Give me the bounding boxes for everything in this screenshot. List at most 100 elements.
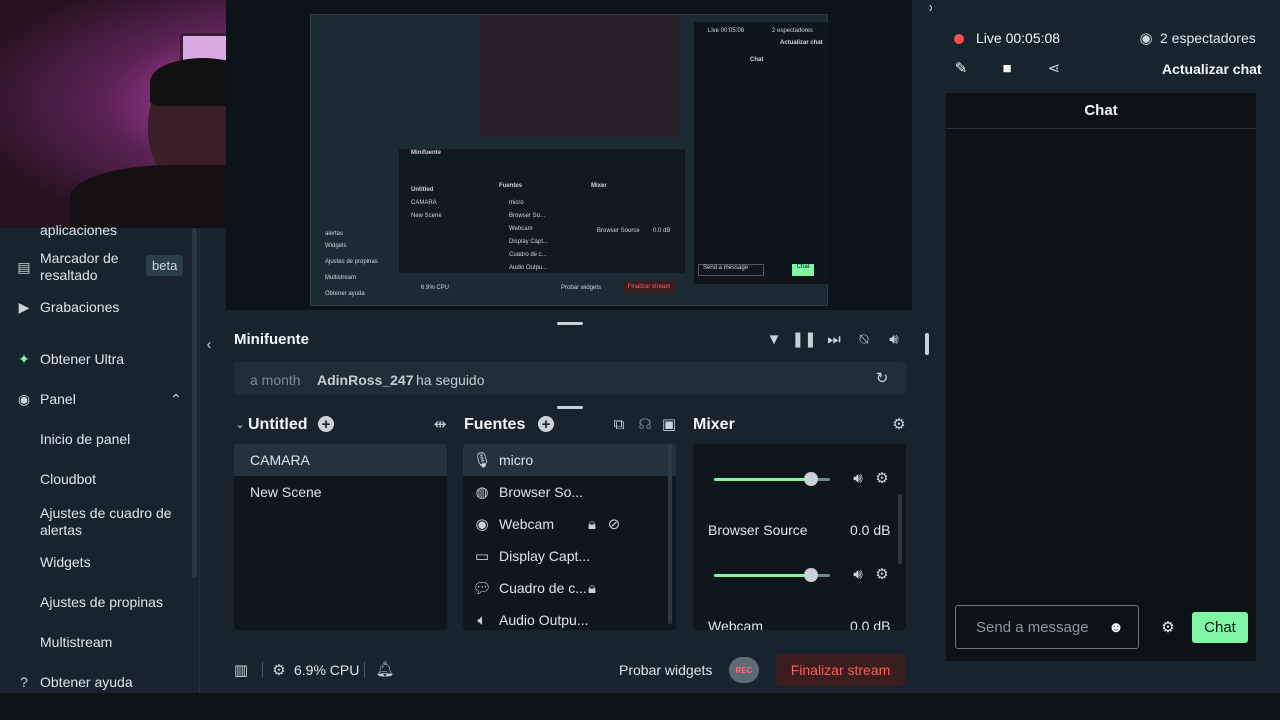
preview-text: Live 00:05:08 (708, 28, 745, 34)
chevron-down-icon[interactable]: ⌄ (234, 418, 246, 431)
volume-slider[interactable] (714, 568, 830, 582)
end-stream-button[interactable]: Finalizar stream (776, 654, 905, 686)
bell-icon[interactable]: 🔔︎ (375, 660, 394, 678)
scene-collection-title[interactable]: Untitled (248, 416, 308, 434)
sidebar-item-label: Marcador de resaltado (40, 250, 119, 283)
pause-icon[interactable]: ❚❚ (791, 331, 816, 348)
camera-icon[interactable]: ■ (998, 59, 1016, 77)
sidebar-item-help[interactable]: ? Obtener ayuda (16, 674, 133, 690)
scene-label: New Scene (250, 484, 322, 500)
sidebar-item-label: Panel (40, 391, 76, 407)
mute-alerts-icon[interactable]: ⍉ (856, 331, 872, 348)
resize-handle[interactable] (557, 406, 583, 409)
lock-icon[interactable]: 🔒︎ (583, 515, 601, 533)
volume-icon[interactable]: 🔊︎ (886, 331, 902, 348)
sources-title: Fuentes (464, 416, 526, 433)
sidebar-subitem-multistream[interactable]: Multistream (40, 634, 112, 651)
pencil-icon[interactable]: ✎ (952, 59, 970, 77)
gear-icon[interactable]: ⚙ (874, 566, 890, 583)
sidebar-item-panel[interactable]: ◉ Panel ⌃ (16, 390, 184, 408)
volume-slider[interactable] (714, 472, 830, 486)
preview-text: Untitled (411, 187, 434, 193)
source-item[interactable]: ◉ Webcam 🔒︎ ⊘ (463, 508, 676, 540)
source-item[interactable]: ▭ Display Capt... (463, 540, 676, 572)
refresh-chat-button[interactable]: Actualizar chat (1162, 61, 1262, 77)
sidebar-item-ultra[interactable]: ✦ Obtener Ultra (16, 351, 124, 368)
beta-badge: beta (146, 255, 184, 276)
preview-text: Finalizar stream (623, 281, 675, 293)
lock-icon[interactable]: 🔒︎ (583, 579, 601, 597)
filter-icon[interactable]: ▼ (766, 331, 782, 348)
gear-icon[interactable]: ⚙ (1160, 619, 1176, 636)
sidebar-subitem-cloudbot[interactable]: Cloudbot (40, 471, 96, 488)
selective-recording-icon[interactable]: ⧉ (610, 416, 628, 433)
sidebar-subitem-dashboard-home[interactable]: Inicio de panel (40, 431, 130, 448)
source-item[interactable]: 🔈︎ Audio Outpu... (463, 604, 676, 630)
monitor-icon: ▭ (474, 548, 490, 565)
sidebar-item-label: Obtener ayuda (40, 674, 133, 690)
volume-icon[interactable]: 🔊︎ (850, 470, 866, 487)
repeat-icon[interactable]: ↻ (874, 370, 890, 387)
chat-bubbles-icon: 💬︎ (472, 580, 492, 597)
minifeed-toolbar: ▼ ❚❚ ⏭ ⍉ 🔊︎ (766, 331, 902, 349)
preview-text: 6.9% CPU (421, 285, 450, 291)
source-label: Browser So... (499, 484, 584, 500)
add-folder-icon[interactable]: ▣ (660, 416, 678, 433)
scenes-list: CAMARA New Scene (234, 444, 447, 630)
sidebar: aplicaciones ▤ Marcador de resaltado bet… (0, 222, 200, 720)
viewer-count: 2 espectadores (1160, 30, 1256, 46)
sidebar-subitem-widgets[interactable]: Widgets (40, 554, 91, 571)
sources-scrollbar[interactable] (668, 444, 672, 624)
preview-text: Chat (750, 57, 764, 63)
preview-text: alertas (325, 231, 344, 237)
source-item[interactable]: ◍ Browser So... (463, 476, 676, 508)
sidebar-subitem-alertbox[interactable]: Ajustes de cuadro de alertas (40, 505, 180, 539)
gear-icon[interactable]: ⚙ (890, 416, 908, 433)
preview-text: Browser So... (509, 213, 546, 219)
preview-text: Send a message (698, 264, 764, 276)
resize-handle[interactable] (557, 322, 583, 325)
source-label: Audio Outpu... (499, 612, 589, 628)
event-user: AdinRoss_247 (317, 372, 414, 388)
skip-icon[interactable]: ⏭ (826, 331, 842, 348)
record-button[interactable]: REC (729, 657, 759, 683)
stats-icon[interactable]: ▥ (233, 661, 249, 679)
add-source-icon[interactable]: + (538, 416, 554, 433)
sidebar-item-apps[interactable]: aplicaciones (40, 222, 117, 239)
chat-input[interactable]: Send a message ☻ (955, 605, 1139, 649)
emoji-icon[interactable]: ☻ (1108, 619, 1124, 636)
chat-send-button[interactable]: Chat (1192, 612, 1248, 643)
eye-off-icon[interactable]: ⊘ (605, 515, 623, 533)
share-icon[interactable]: ⋖ (1045, 59, 1063, 77)
preview-text: Multistream (325, 275, 357, 281)
mixer-channel-db: 0.0 dB (850, 522, 891, 538)
preview-text: Minifuente (411, 150, 441, 156)
preview-text: Mixer (591, 183, 607, 189)
mixer-scrollbar[interactable] (898, 494, 902, 564)
mixer-channel-db: 0.0 dB (850, 618, 891, 630)
volume-icon[interactable]: 🔊︎ (850, 566, 866, 583)
scene-item[interactable]: New Scene (234, 476, 447, 508)
gear-icon[interactable]: ⚙ (874, 470, 890, 487)
transition-icon[interactable]: ⇹ (431, 416, 449, 433)
source-label: Display Capt... (499, 548, 591, 564)
camera-icon: ◉ (475, 516, 489, 533)
sidebar-item-highlight[interactable]: ▤ Marcador de resaltado (16, 250, 136, 284)
sidebar-subitem-tips[interactable]: Ajustes de propinas (40, 594, 163, 611)
preview-chat: Live 00:05:08 2 espectadores Actualizar … (694, 22, 828, 284)
chat-title: Chat (946, 93, 1256, 129)
sidebar-scrollbar[interactable] (192, 228, 197, 578)
source-item[interactable]: 🎙︎ micro (463, 444, 676, 476)
sidebar-item-recordings[interactable]: ▶ Grabaciones (16, 299, 120, 316)
sidebar-item-label: Grabaciones (40, 299, 120, 315)
chevron-left-icon[interactable]: ‹ (202, 334, 216, 354)
add-scene-icon[interactable]: + (318, 416, 334, 433)
scene-item[interactable]: CAMARA (234, 444, 447, 476)
mic-toggle-icon[interactable]: ☊ (636, 416, 654, 433)
preview-text: Audio Outpu... (509, 265, 548, 271)
taskbar-strip (0, 693, 1280, 720)
source-item[interactable]: 💬︎ Cuadro de c... 🔒︎ (463, 572, 676, 604)
test-widgets-button[interactable]: Probar widgets (619, 662, 712, 678)
minifeed-scroll[interactable] (925, 333, 929, 355)
dashboard-icon: ◉ (17, 390, 31, 407)
